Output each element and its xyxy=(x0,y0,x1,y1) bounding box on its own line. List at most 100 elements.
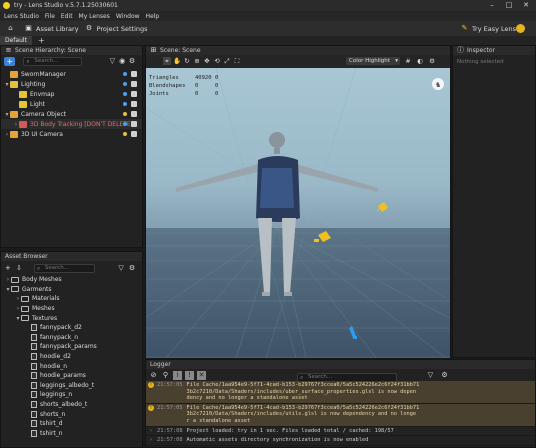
enabled-checkbox[interactable] xyxy=(131,91,137,97)
asset-folder[interactable]: › Meshes xyxy=(1,304,142,314)
hierarchy-item-label: 3D UI Camera xyxy=(21,130,63,138)
move-tool-icon[interactable]: ✥ xyxy=(203,57,211,65)
enabled-checkbox[interactable] xyxy=(131,81,137,87)
lock-icon[interactable]: ⚲ xyxy=(161,371,170,380)
close-icon[interactable]: ✕ xyxy=(518,0,534,11)
fullscreen-icon[interactable]: ⛶ xyxy=(233,57,241,65)
asset-label: Body Meshes xyxy=(22,276,62,284)
scale-tool-icon[interactable]: ⤢ xyxy=(223,57,231,65)
hierarchy-item[interactable]: ▾ Lighting xyxy=(1,79,142,89)
rotate-tool-icon[interactable]: ↻ xyxy=(183,57,191,65)
info-icon: › xyxy=(150,427,152,434)
log-entry[interactable]: ! 21:57:05 File Cache/1aa954e9-5f71-4cad-b… xyxy=(146,403,535,427)
import-icon[interactable]: ⇩ xyxy=(15,264,23,273)
asset-file[interactable]: fannypack_n xyxy=(1,333,142,343)
enabled-checkbox[interactable] xyxy=(131,131,137,137)
body-tracking-icon xyxy=(19,120,27,128)
layer-dot-icon xyxy=(123,72,127,76)
texture-file-icon xyxy=(31,333,37,341)
asset-file[interactable]: leggings_n xyxy=(1,390,142,400)
asset-folder[interactable]: ▾ Garments xyxy=(1,285,142,295)
avatar[interactable] xyxy=(516,24,525,33)
asset-browser-toolbar: + ⇩ Search... ▽ ⚙ xyxy=(1,261,142,275)
asset-library-button[interactable]: ▣ Asset Library xyxy=(24,24,78,33)
asset-file[interactable]: hoodie_d2 xyxy=(1,352,142,362)
asset-file[interactable]: tshirt_d xyxy=(1,419,142,429)
select-tool-icon[interactable]: ⌖ xyxy=(163,57,171,65)
add-object-button[interactable]: + xyxy=(4,57,16,66)
highlight-dropdown[interactable]: Color Highlight ▾ xyxy=(346,57,400,65)
enabled-checkbox[interactable] xyxy=(131,101,137,107)
menu-my-lenses[interactable]: My Lenses xyxy=(79,13,110,20)
project-settings-button[interactable]: ⚙ Project Settings xyxy=(85,24,148,33)
asset-folder[interactable]: › Materials xyxy=(1,294,142,304)
hierarchy-item[interactable]: ▾ Camera Object xyxy=(1,109,142,119)
rotate-gizmo-icon[interactable]: ⟲ xyxy=(213,57,221,65)
clear-icon[interactable]: ⊘ xyxy=(149,371,158,380)
scene-viewport[interactable]: ♞ Triangles 40920 0 Blendshapes 0 0 Joints 0 0 xyxy=(146,68,450,358)
maximize-icon[interactable]: □ xyxy=(501,0,517,11)
enabled-checkbox[interactable] xyxy=(131,71,137,77)
settings-icon[interactable]: ⚙ xyxy=(128,264,136,273)
filter-icon[interactable]: ▽ xyxy=(108,57,116,66)
zoom-in-icon[interactable]: ⊕ xyxy=(193,57,201,65)
asset-folder[interactable]: ▾ Textures xyxy=(1,313,142,323)
hand-tool-icon[interactable]: ✋ xyxy=(173,57,181,65)
try-easy-lens-button[interactable]: ✎ Try Easy Lens xyxy=(460,24,516,33)
log-entry[interactable]: › 21:57:08 Project loaded: try in 1 sec. F… xyxy=(146,427,535,437)
asset-file[interactable]: hoodie_params xyxy=(1,371,142,381)
hierarchy-item[interactable]: › 3D Body Tracking [DON'T DELETE] xyxy=(1,119,142,129)
minimize-icon[interactable]: – xyxy=(484,0,500,11)
asset-file[interactable]: hoodie_n xyxy=(1,361,142,371)
menu-lens-studio[interactable]: Lens Studio xyxy=(4,13,39,20)
scene-panel-header: ⊞ Scene: Scene xyxy=(146,46,450,55)
warning-icon: ! xyxy=(148,382,154,388)
scene-search-input[interactable]: Search... xyxy=(23,57,83,66)
log-entry[interactable]: › 21:57:08 Automatic assets directory sync… xyxy=(146,436,535,446)
texture-file-icon xyxy=(31,391,37,399)
add-asset-icon[interactable]: + xyxy=(4,264,12,273)
hierarchy-item[interactable]: Light xyxy=(1,99,142,109)
asset-file[interactable]: fannypack_d2 xyxy=(1,323,142,333)
log-timestamp: 21:57:05 xyxy=(157,404,183,411)
filter-icon[interactable]: ▽ xyxy=(426,371,435,380)
asset-file[interactable]: shorts_albedo_t xyxy=(1,400,142,410)
hierarchy-item[interactable]: SwornManager xyxy=(1,69,142,79)
asset-file[interactable]: fannypack_params xyxy=(1,342,142,352)
camera-view-icon[interactable]: ◐ xyxy=(416,57,424,65)
log-entry[interactable]: ! 21:57:05 File Cache/1aa954e9-5f71-4cad-b… xyxy=(146,381,535,404)
home-button[interactable]: ⌂ xyxy=(6,24,18,33)
menu-file[interactable]: File xyxy=(45,13,55,20)
log-level-info-icon[interactable]: i xyxy=(173,370,182,380)
filter-icon[interactable]: ▽ xyxy=(117,264,125,273)
log-level-warning-icon[interactable]: ! xyxy=(185,370,194,380)
asset-file[interactable]: shorts_n xyxy=(1,409,142,419)
hierarchy-item[interactable]: Envmap xyxy=(1,89,142,99)
enabled-checkbox[interactable] xyxy=(131,111,137,117)
asset-file[interactable]: leggings_albedo_t xyxy=(1,381,142,391)
texture-file-icon xyxy=(31,362,37,370)
menu-edit[interactable]: Edit xyxy=(61,13,73,20)
layer-dot-icon xyxy=(123,132,127,136)
add-tab-button[interactable]: + xyxy=(38,36,45,45)
folder-icon xyxy=(21,315,29,322)
asset-file[interactable]: tshirt_n xyxy=(1,429,142,439)
project-settings-label: Project Settings xyxy=(96,24,148,33)
asset-label: leggings_albedo_t xyxy=(40,381,95,389)
settings-icon[interactable]: ⚙ xyxy=(428,57,436,65)
hierarchy-item[interactable]: › 3D UI Camera xyxy=(1,129,142,139)
enabled-checkbox[interactable] xyxy=(131,121,137,127)
grid-icon[interactable]: # xyxy=(404,57,412,65)
asset-label: shorts_albedo_t xyxy=(40,401,88,409)
asset-search-input[interactable]: Search... xyxy=(33,263,96,273)
menu-help[interactable]: Help xyxy=(146,13,160,20)
log-level-error-icon[interactable]: ✕ xyxy=(197,370,206,380)
logger-search-input[interactable]: Search... xyxy=(297,372,397,382)
asset-folder[interactable]: › Body Meshes xyxy=(1,275,142,285)
tab-default[interactable]: Default xyxy=(0,36,32,45)
menu-window[interactable]: Window xyxy=(116,13,140,20)
visibility-icon[interactable]: ◉ xyxy=(118,57,126,66)
scene-hierarchy-title: Scene Hierarchy: Scene xyxy=(15,47,86,54)
settings-icon[interactable]: ⚙ xyxy=(440,371,449,380)
settings-icon[interactable]: ⚙ xyxy=(128,57,136,66)
